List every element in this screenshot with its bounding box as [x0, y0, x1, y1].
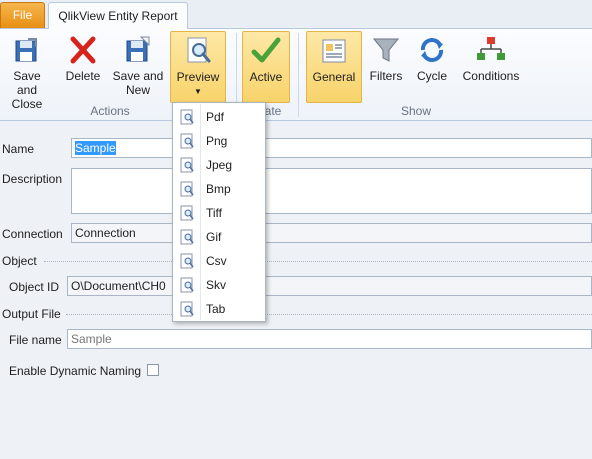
actions-group-label: Actions — [90, 104, 130, 118]
object-id-field[interactable]: O\Document\CH0 — [67, 276, 592, 296]
tab-entity-report[interactable]: QlikView Entity Report — [48, 2, 188, 30]
ribbon: Save and Close Delete Save and New Previ… — [0, 29, 592, 121]
name-label: Name — [2, 142, 35, 156]
menu-item-gif[interactable]: Gif — [174, 225, 264, 249]
show-group-label: Show — [400, 104, 432, 118]
menu-item-label: Bmp — [206, 182, 231, 196]
preview-doc-icon — [180, 229, 194, 245]
menu-item-label: Csv — [206, 254, 227, 268]
menu-item-label: Png — [206, 134, 228, 148]
description-field[interactable] — [71, 168, 592, 214]
preview-format-menu: Pdf Png Jpeg Bmp Tiff Gif Csv Skv Tab — [172, 102, 266, 322]
preview-magnifier-icon — [187, 37, 211, 63]
preview-button[interactable]: Preview ▼ — [170, 31, 226, 103]
filters-button[interactable]: Filters — [366, 31, 406, 103]
general-page-icon — [322, 39, 346, 63]
preview-doc-icon — [180, 181, 194, 197]
save-new-label: Save and New — [112, 69, 164, 97]
save-close-icon — [15, 38, 37, 62]
save-and-close-button[interactable]: Save and Close — [2, 31, 52, 111]
delete-button[interactable]: Delete — [60, 31, 106, 103]
preview-doc-icon — [180, 253, 194, 269]
conditions-button[interactable]: Conditions — [460, 31, 522, 103]
preview-doc-icon — [180, 205, 194, 221]
menu-item-label: Jpeg — [206, 158, 233, 172]
connection-label: Connection — [2, 227, 63, 241]
output-section-divider — [66, 314, 592, 315]
file-name-label: File name — [9, 333, 62, 347]
preview-doc-icon — [180, 109, 194, 125]
connection-select[interactable]: Connection — [71, 223, 592, 243]
save-and-new-button[interactable]: Save and New — [112, 31, 164, 103]
conditions-tree-icon — [477, 37, 505, 60]
cycle-label: Cycle — [416, 69, 447, 83]
menu-item-pdf[interactable]: Pdf — [174, 105, 264, 129]
name-value: Sample — [75, 141, 116, 155]
menu-item-csv[interactable]: Csv — [174, 249, 264, 273]
preview-doc-icon — [180, 301, 194, 317]
active-button[interactable]: Active — [242, 31, 290, 103]
conditions-label: Conditions — [462, 69, 520, 83]
save-new-icon — [126, 36, 150, 62]
description-label: Description — [2, 172, 63, 186]
menu-item-label: Tab — [206, 302, 226, 316]
name-field[interactable]: Sample — [71, 138, 592, 158]
menu-item-label: Skv — [206, 278, 227, 292]
file-name-placeholder: Sample — [71, 332, 112, 346]
delete-label: Delete — [65, 69, 101, 83]
chevron-down-icon: ▼ — [194, 87, 202, 96]
checkmark-icon — [251, 37, 281, 63]
dynamic-naming-checkbox[interactable] — [147, 364, 159, 376]
object-section-divider — [44, 261, 592, 262]
delete-icon — [70, 36, 96, 64]
cycle-button[interactable]: Cycle — [412, 31, 452, 103]
menu-item-skv[interactable]: Skv — [174, 273, 264, 297]
general-label: General — [312, 70, 356, 84]
preview-doc-icon — [180, 277, 194, 293]
output-file-section-label: Output File — [2, 307, 61, 321]
file-tab[interactable]: File — [0, 2, 45, 28]
menu-item-label: Pdf — [206, 110, 225, 124]
file-name-field[interactable]: Sample — [67, 329, 592, 349]
menu-item-bmp[interactable]: Bmp — [174, 177, 264, 201]
object-id-label: Object ID — [9, 280, 60, 294]
menu-item-tiff[interactable]: Tiff — [174, 201, 264, 225]
object-section-label: Object — [2, 254, 37, 268]
group-separator — [298, 33, 299, 117]
dynamic-naming-label: Enable Dynamic Naming — [9, 364, 142, 378]
preview-doc-icon — [180, 133, 194, 149]
menu-item-label: Tiff — [206, 206, 223, 220]
filters-label: Filters — [369, 69, 403, 83]
menu-item-label: Gif — [206, 230, 222, 244]
preview-label: Preview — [176, 70, 220, 84]
general-button[interactable]: General — [306, 31, 362, 103]
filter-funnel-icon — [372, 38, 400, 62]
preview-doc-icon — [180, 157, 194, 173]
menu-item-tab[interactable]: Tab — [174, 297, 264, 321]
ribbon-tab-strip: File QlikView Entity Report — [0, 0, 592, 30]
save-close-label: Save and Close — [11, 69, 43, 111]
menu-item-jpeg[interactable]: Jpeg — [174, 153, 264, 177]
menu-item-png[interactable]: Png — [174, 129, 264, 153]
cycle-arrows-icon — [420, 38, 444, 62]
active-label: Active — [249, 70, 283, 84]
